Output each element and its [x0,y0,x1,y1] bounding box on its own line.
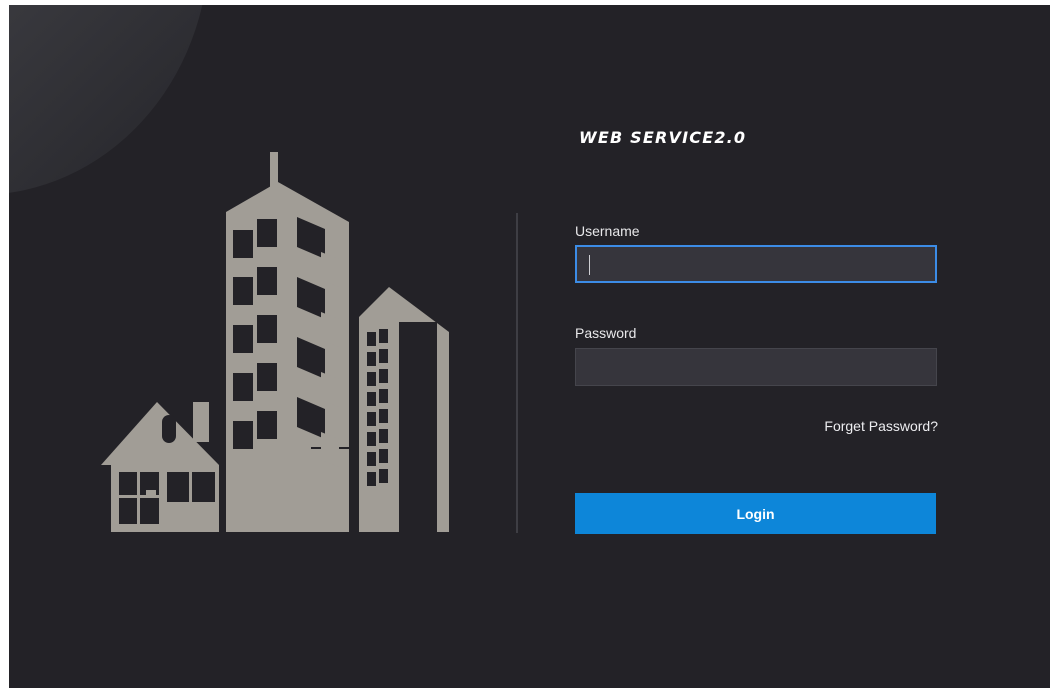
vertical-divider [516,213,518,533]
password-input[interactable] [575,348,937,386]
forget-password-link[interactable]: Forget Password? [760,418,938,434]
login-button[interactable]: Login [575,493,936,534]
brand-title: WEB SERVICE2.0 [579,128,747,147]
password-label: Password [575,325,637,341]
buildings-house-icon [101,152,449,532]
text-caret [589,255,590,275]
username-label: Username [575,223,640,239]
username-input[interactable] [575,245,937,283]
login-panel [9,5,1050,688]
